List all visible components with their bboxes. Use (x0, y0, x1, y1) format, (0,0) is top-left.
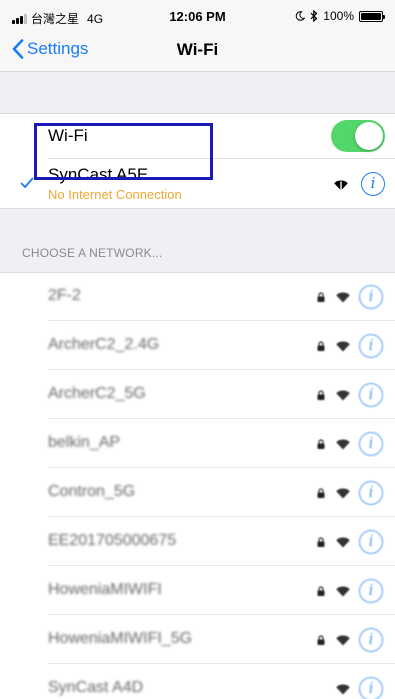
wifi-signal-icon (336, 635, 350, 646)
battery-icon (359, 10, 385, 22)
info-button[interactable]: i (359, 481, 383, 505)
lock-icon (317, 488, 325, 498)
info-button[interactable]: i (361, 172, 385, 196)
info-button[interactable]: i (359, 334, 383, 358)
wifi-signal-icon (336, 488, 350, 499)
lock-icon (317, 439, 325, 449)
wifi-toggle-switch[interactable] (331, 120, 385, 152)
wifi-signal-icon (336, 684, 350, 695)
wifi-signal-icon (336, 341, 350, 352)
row-divider (48, 467, 395, 468)
network-name: Contron_5G (48, 483, 136, 500)
row-divider (48, 663, 395, 664)
row-divider (48, 369, 395, 370)
network-row[interactable]: belkin_AP i (0, 420, 395, 468)
connection-status: No Internet Connection (48, 187, 182, 202)
network-name: belkin_AP (48, 434, 121, 451)
page-title: Wi-Fi (176, 40, 219, 59)
info-button[interactable]: i (359, 383, 383, 407)
network-row[interactable]: ArcherC2_2.4G i (0, 322, 395, 370)
lock-icon (317, 390, 325, 400)
wifi-signal-icon (336, 537, 350, 548)
row-divider (48, 418, 395, 419)
status-right: 100% (295, 9, 385, 23)
bluetooth-icon (310, 10, 318, 22)
info-button[interactable]: i (359, 432, 383, 456)
lock-icon (317, 341, 325, 351)
switch-knob (355, 122, 383, 150)
info-button[interactable]: i (359, 530, 383, 554)
wifi-signal-icon (336, 292, 350, 303)
lock-icon (317, 586, 325, 596)
network-name: ArcherC2_2.4G (48, 336, 160, 353)
network-row[interactable]: HoweniaMIWIFI i (0, 567, 395, 615)
status-bar: 台灣之星 4G 12:06 PM 100% (0, 0, 395, 32)
wifi-signal-icon (336, 439, 350, 450)
network-name: SynCast A4D (48, 679, 144, 696)
network-name: ArcherC2_5G (48, 385, 146, 402)
wifi-signal-icon (334, 180, 348, 191)
lock-icon (317, 537, 325, 547)
lock-icon (317, 635, 325, 645)
network-row[interactable]: 2F-2 i (0, 273, 395, 321)
network-row[interactable]: ArcherC2_5G i (0, 371, 395, 419)
network-name: EE201705000675 (48, 532, 177, 549)
info-button[interactable]: i (359, 628, 383, 652)
battery-percent: 100% (323, 9, 354, 23)
network-name: HoweniaMIWIFI_5G (48, 630, 193, 647)
row-divider (48, 565, 395, 566)
network-name: 2F-2 (48, 287, 81, 304)
network-name: HoweniaMIWIFI (48, 581, 162, 598)
info-button[interactable]: i (359, 677, 383, 699)
section-header: CHOOSE A NETWORK... (22, 246, 163, 260)
network-row[interactable]: SynCast A4D i (0, 665, 395, 699)
wifi-signal-icon (336, 586, 350, 597)
network-row[interactable]: EE201705000675 i (0, 518, 395, 566)
info-button[interactable]: i (359, 579, 383, 603)
row-divider (48, 516, 395, 517)
moon-icon (296, 11, 306, 21)
network-list: 2F-2 i ArcherC2_2.4G i ArcherC2_5G i belkin_AP… (0, 272, 395, 699)
wifi-signal-icon (336, 390, 350, 401)
network-row[interactable]: HoweniaMIWIFI_5G i (0, 616, 395, 664)
row-divider (48, 320, 395, 321)
highlight-box (34, 123, 213, 180)
row-divider (48, 614, 395, 615)
network-row[interactable]: Contron_5G i (0, 469, 395, 517)
checkmark-icon (20, 177, 34, 188)
info-button[interactable]: i (359, 285, 383, 309)
lock-icon (317, 292, 325, 302)
navigation-bar: Settings Wi-Fi (0, 32, 395, 72)
